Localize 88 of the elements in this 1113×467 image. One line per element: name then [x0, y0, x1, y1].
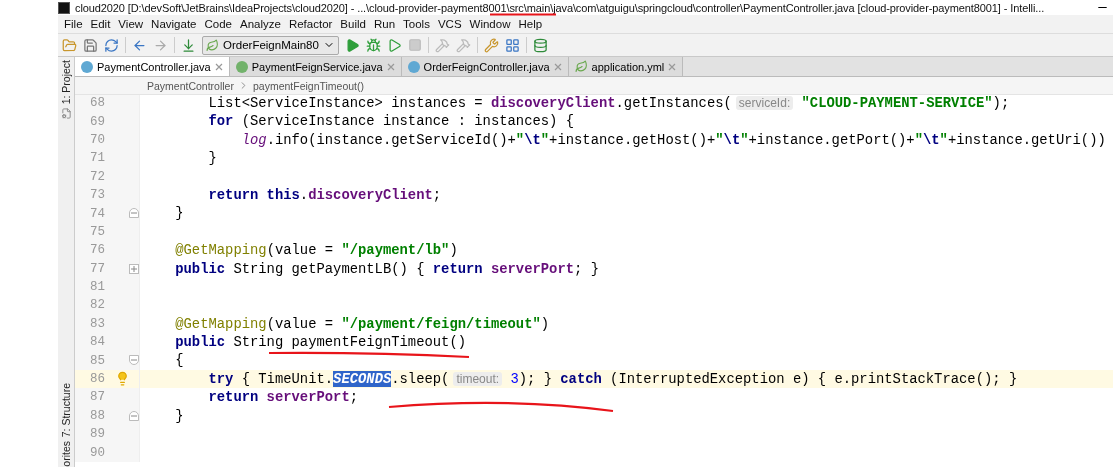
editor-tab[interactable]: PaymentController.java: [75, 57, 230, 76]
fold-marker-icon[interactable]: [129, 263, 139, 274]
line-number: 72: [89, 169, 105, 184]
code-line: return serverPort;: [207, 388, 358, 407]
build-icon[interactable]: [181, 37, 196, 53]
stop-icon[interactable]: [407, 38, 422, 52]
line-number: 70: [89, 132, 105, 147]
menu-item[interactable]: Edit: [86, 18, 115, 30]
line-number: 81: [89, 280, 105, 295]
close-icon[interactable]: [386, 62, 395, 71]
menu-item[interactable]: Run: [369, 18, 400, 30]
close-icon[interactable]: [553, 62, 562, 71]
lightbulb-icon[interactable]: [115, 370, 130, 386]
side-tab[interactable]: 1: Project: [60, 60, 72, 105]
debug-icon[interactable]: [365, 37, 381, 53]
menu-item[interactable]: Help: [514, 18, 547, 30]
back-icon[interactable]: [132, 37, 147, 53]
line-number: 89: [89, 427, 105, 442]
code-line: List<ServiceInstance> instances = discoveryClient.getInstances( serviceId: "CLOUD-PAYMENT-SERVICE");: [207, 95, 1010, 113]
file-type-icon: [407, 60, 420, 73]
line-number: 88: [89, 408, 105, 423]
line-number: 87: [89, 390, 105, 405]
breadcrumb-item[interactable]: PaymentController: [147, 79, 234, 92]
editor-tab[interactable]: OrderFeignController.java: [401, 57, 569, 76]
line-number: 82: [89, 298, 105, 313]
code-line: @GetMapping(value = "/payment/feign/timeout"): [174, 314, 550, 334]
line-number: 77: [89, 261, 105, 276]
sync-icon[interactable]: [104, 37, 119, 53]
project-structure-icon[interactable]: [504, 37, 520, 53]
menu-item[interactable]: View: [114, 18, 148, 30]
annotation-underline: [490, 13, 556, 16]
fold-marker-icon[interactable]: [129, 410, 139, 421]
open-folder-icon[interactable]: [62, 37, 77, 53]
run-configuration-dropdown[interactable]: OrderFeignMain80: [202, 35, 339, 55]
code-line: {: [174, 351, 184, 370]
code-line: try { TimeUnit.SECONDS.sleep( timeout: 3); } catch (InterruptedException e) { e.printStackTrace(); }: [207, 369, 1018, 389]
menu-item[interactable]: Code: [200, 18, 236, 30]
code-line: log.info(instance.getServiceId()+"\t"+instance.getHost()+"\t"+instance.getPort()+"\t"+instance.getUri()): [240, 130, 1106, 150]
editor-tab[interactable]: PaymentFeignService.java: [229, 57, 402, 76]
leaf-icon: [206, 38, 219, 52]
code-line: }: [174, 406, 184, 426]
code-line: return this.discoveryClient;: [207, 185, 442, 205]
sdk-icon[interactable]: [532, 37, 548, 53]
code-line: }: [174, 204, 184, 223]
side-tab[interactable]: orites: [60, 441, 72, 467]
fold-marker-icon[interactable]: [129, 208, 139, 219]
code-line: public String paymentFeignTimeout(): [174, 333, 466, 352]
code-line: @GetMapping(value = "/payment/lb"): [174, 241, 458, 260]
save-icon[interactable]: [83, 37, 98, 53]
close-icon[interactable]: [214, 62, 223, 71]
coverage-icon[interactable]: [386, 37, 402, 53]
line-number: 74: [89, 206, 105, 221]
menu-item[interactable]: Build: [336, 18, 370, 30]
line-number: 71: [89, 151, 105, 166]
editor-tab[interactable]: application.yml: [568, 57, 684, 76]
file-type-icon: [81, 60, 93, 73]
menu-item[interactable]: VCS: [433, 18, 466, 30]
side-tab[interactable]: 7: Structure: [60, 383, 72, 438]
line-number: 84: [89, 335, 105, 350]
menu-item[interactable]: Tools: [399, 18, 434, 30]
line-number: 85: [89, 353, 105, 368]
line-number: 68: [89, 96, 105, 111]
fold-marker-icon[interactable]: [129, 355, 139, 366]
line-number: 83: [89, 316, 105, 331]
forward-icon[interactable]: [153, 37, 168, 53]
line-number: 75: [89, 224, 105, 239]
hammer-icon[interactable]: [455, 37, 471, 53]
line-number: 69: [89, 114, 105, 129]
breadcrumb-item[interactable]: paymentFeignTimeout(): [252, 79, 365, 92]
line-number: 90: [89, 445, 105, 460]
menu-item[interactable]: Window: [465, 18, 515, 30]
line-number: 76: [89, 243, 105, 258]
leaf-icon: [574, 60, 588, 73]
menu-item[interactable]: Navigate: [147, 18, 201, 30]
line-number: 73: [89, 188, 105, 203]
line-number: 86: [89, 372, 105, 387]
file-type-icon: [235, 60, 248, 73]
window-title: cloud2020 [D:\devSoft\JetBrains\IdeaProjects\cloud2020] - ...\cloud-provider-payment8001\src\main\java\com\atguigu\springcloud\controller\PaymentController.java [cloud-provider-payment8001] - Intelli...: [75, 1, 1046, 14]
code-line: }: [207, 149, 217, 168]
menu-item[interactable]: Analyze: [235, 18, 285, 30]
app-icon: [58, 1, 70, 14]
close-icon[interactable]: [668, 62, 677, 71]
run-icon[interactable]: [344, 37, 360, 53]
menu-item[interactable]: File: [60, 18, 87, 30]
code-line: for (ServiceInstance instance : instances) {: [207, 112, 574, 131]
menu-item[interactable]: Refactor: [284, 18, 337, 30]
hammer-icon[interactable]: [434, 37, 450, 53]
code-line: public String getPaymentLB() { return serverPort; }: [174, 259, 599, 278]
